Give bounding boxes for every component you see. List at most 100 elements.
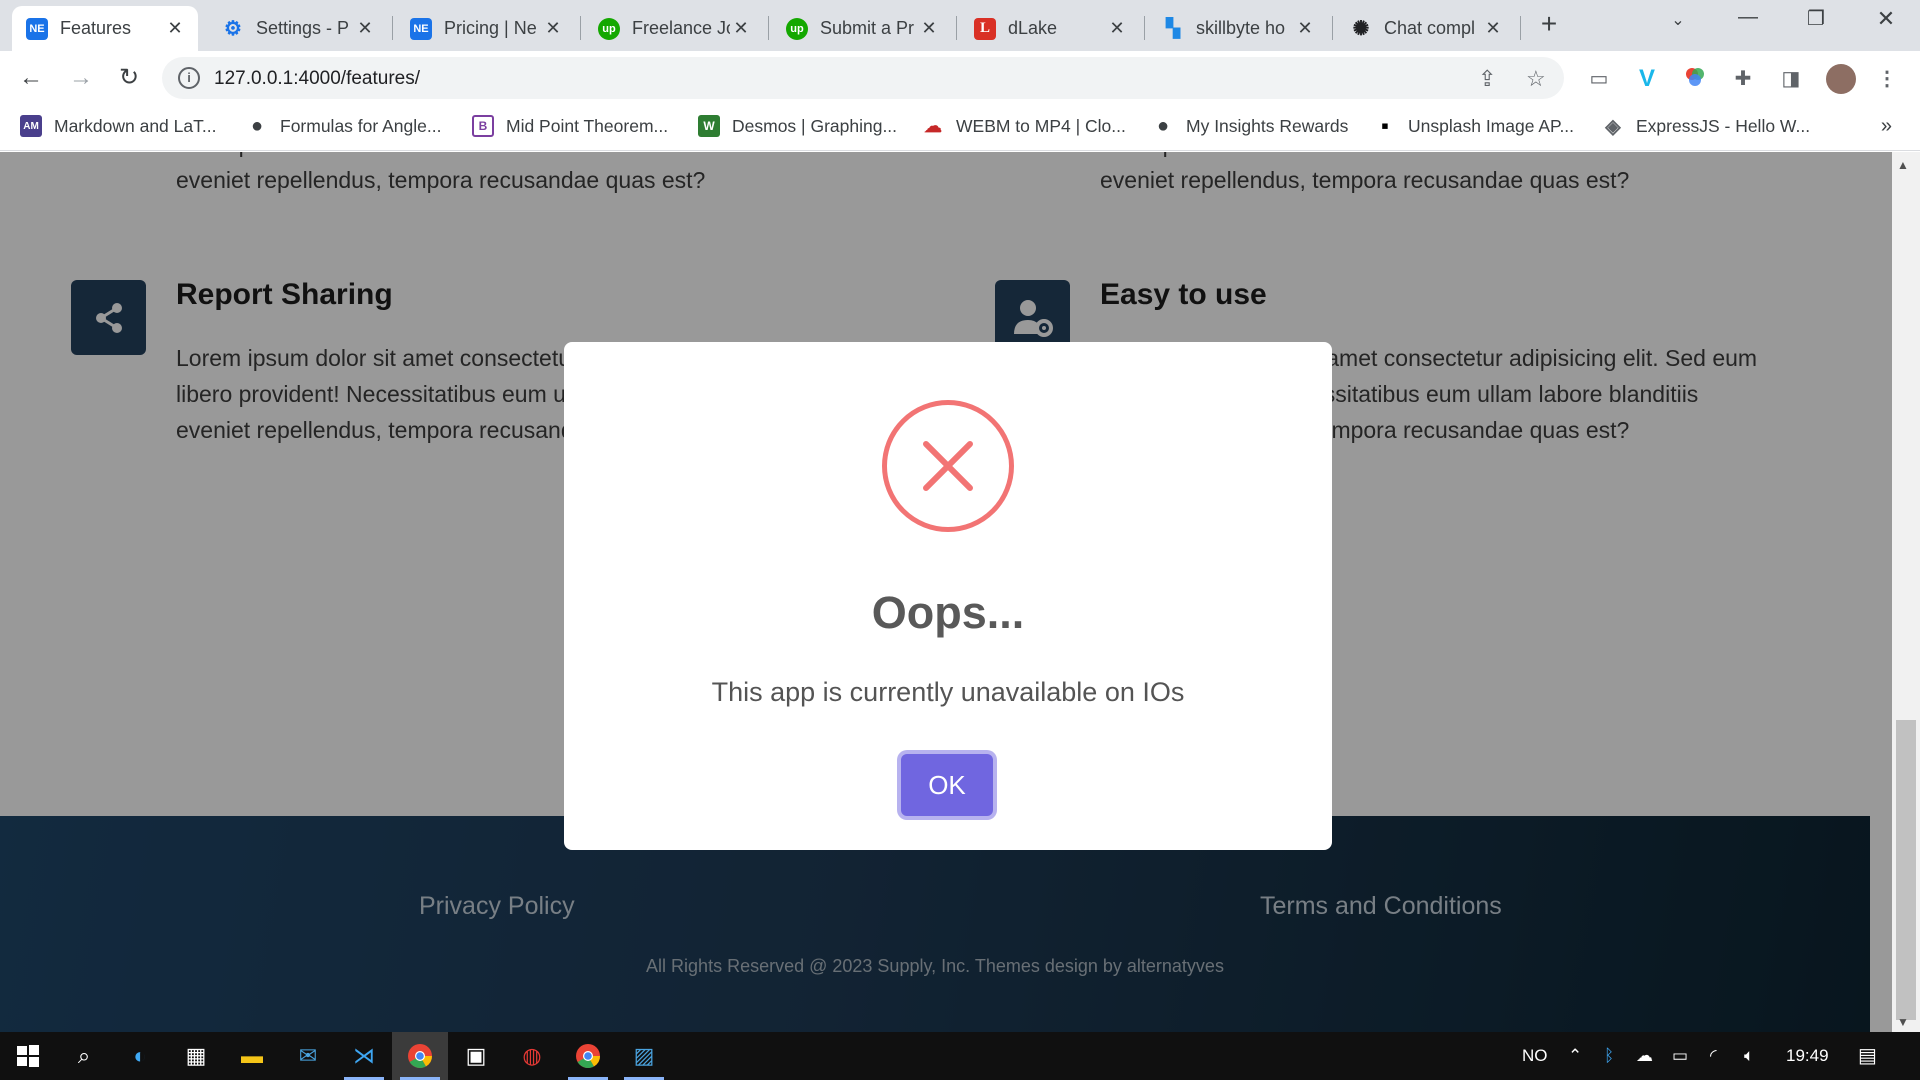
- bookmark-favicon-icon: AM: [20, 115, 42, 137]
- bookmark-item[interactable]: ◈ ExpressJS - Hello W...: [1602, 115, 1811, 138]
- file-explorer-icon[interactable]: ▬: [224, 1032, 280, 1080]
- bluetooth-icon[interactable]: ᛒ: [1604, 1046, 1614, 1066]
- site-info-icon[interactable]: i: [178, 67, 200, 89]
- app-icon[interactable]: ▣: [448, 1032, 504, 1080]
- vscode-icon[interactable]: ⋊: [336, 1032, 392, 1080]
- dlake-favicon-icon: L: [974, 17, 996, 40]
- edge-icon[interactable]: ◐: [112, 1032, 168, 1080]
- tab-label: Pricing | Ne: [444, 18, 537, 38]
- browser-tab-strip: NE Features ✕ ⚙ Settings - P ✕ NE Pricin…: [0, 0, 1920, 51]
- bookmark-label: Mid Point Theorem...: [506, 115, 669, 136]
- tab-label: skillbyte ho: [1196, 18, 1286, 38]
- tab-label: dLake: [1008, 18, 1058, 38]
- bookmark-item[interactable]: ☁ WEBM to MP4 | Clo...: [922, 115, 1126, 137]
- restore-button[interactable]: ❐: [1796, 6, 1836, 36]
- bookmark-label: Unsplash Image AP...: [1408, 115, 1575, 136]
- scroll-up-arrow-icon[interactable]: ▲: [1897, 158, 1909, 172]
- bookmark-favicon-icon: B: [472, 115, 494, 137]
- tab-label: Chat compl: [1384, 18, 1476, 38]
- scrollbar-thumb[interactable]: [1896, 720, 1916, 1020]
- bookmark-item[interactable]: ● Formulas for Angle...: [246, 114, 442, 137]
- bookmark-item[interactable]: W Desmos | Graphing...: [698, 115, 897, 137]
- clock[interactable]: 19:49: [1786, 1046, 1829, 1066]
- mail-icon[interactable]: ✉: [280, 1032, 336, 1080]
- bookmark-item[interactable]: ● My Insights Rewards: [1152, 115, 1348, 137]
- bookmark-label: WEBM to MP4 | Clo...: [956, 115, 1126, 136]
- browser-toolbar: ← → ↻ i 127.0.0.1:4000/features/ ⇪ ☆ ▭ V…: [0, 51, 1920, 105]
- bookmark-label: My Insights Rewards: [1186, 115, 1349, 136]
- tab-dlake[interactable]: L dLake ✕: [960, 6, 1140, 51]
- desmos-icon: W: [698, 115, 720, 137]
- tab-separator: [768, 16, 769, 40]
- error-x-icon: [882, 400, 1014, 532]
- ne-favicon-icon: NE: [410, 17, 432, 40]
- battery-icon[interactable]: ▭: [1672, 1046, 1688, 1066]
- close-window-button[interactable]: ✕: [1866, 6, 1906, 36]
- reload-button[interactable]: ↻: [114, 63, 144, 93]
- tab-pricing[interactable]: NE Pricing | Ne ✕: [396, 6, 576, 51]
- color-picker-extension-icon[interactable]: [1682, 66, 1708, 92]
- bookmark-label: Markdown and LaT...: [54, 115, 217, 136]
- tab-separator: [1144, 16, 1145, 40]
- upwork-favicon-icon: up: [786, 17, 808, 40]
- photos-icon[interactable]: ▨: [616, 1032, 672, 1080]
- close-tab-icon[interactable]: ✕: [354, 18, 376, 39]
- close-tab-icon[interactable]: ✕: [918, 18, 940, 39]
- close-tab-icon[interactable]: ✕: [164, 18, 186, 39]
- bookmark-label: ExpressJS - Hello W...: [1636, 115, 1811, 136]
- notifications-icon[interactable]: ▤: [1858, 1043, 1877, 1068]
- close-tab-icon[interactable]: ✕: [730, 18, 752, 39]
- chevron-up-icon[interactable]: ⌃: [1568, 1046, 1582, 1066]
- tab-label: Submit a Pr: [820, 18, 915, 38]
- side-panel-icon[interactable]: ◨: [1778, 66, 1804, 92]
- wifi-icon[interactable]: ◜: [1710, 1046, 1717, 1066]
- extensions-puzzle-icon[interactable]: ✚: [1730, 66, 1756, 92]
- onedrive-cloud-icon[interactable]: ☁: [1636, 1046, 1653, 1066]
- browser-menu-icon[interactable]: ⋮: [1874, 66, 1900, 92]
- close-tab-icon[interactable]: ✕: [542, 18, 564, 39]
- tab-submit[interactable]: up Submit a Pr ✕: [772, 6, 952, 51]
- tab-separator: [1520, 16, 1521, 40]
- tab-features[interactable]: NE Features ✕: [12, 6, 198, 51]
- bookmark-item[interactable]: AM Markdown and LaT...: [20, 115, 216, 137]
- ok-button[interactable]: OK: [901, 754, 993, 816]
- bookmark-item[interactable]: B Mid Point Theorem...: [472, 115, 668, 137]
- search-icon[interactable]: ⌕: [56, 1032, 112, 1080]
- bookmark-item[interactable]: ▪ Unsplash Image AP...: [1374, 113, 1575, 138]
- tab-skillbyte[interactable]: ▚ skillbyte ho ✕: [1148, 6, 1328, 51]
- chrome-icon[interactable]: [392, 1032, 448, 1080]
- tab-label: Features: [60, 18, 132, 38]
- close-tab-icon[interactable]: ✕: [1482, 18, 1504, 39]
- cast-icon[interactable]: ▭: [1586, 66, 1612, 92]
- bookmark-label: Formulas for Angle...: [280, 115, 442, 136]
- vimeo-extension-icon[interactable]: V: [1634, 66, 1660, 92]
- address-url[interactable]: 127.0.0.1:4000/features/: [214, 68, 420, 90]
- close-tab-icon[interactable]: ✕: [1294, 18, 1316, 39]
- tab-separator: [1332, 16, 1333, 40]
- tab-settings[interactable]: ⚙ Settings - P ✕: [208, 6, 388, 51]
- chrome-icon[interactable]: [560, 1032, 616, 1080]
- bookmark-star-icon[interactable]: ☆: [1526, 66, 1546, 92]
- language-indicator[interactable]: NO: [1522, 1046, 1548, 1066]
- forward-button[interactable]: →: [66, 63, 96, 93]
- store-icon[interactable]: ▦: [168, 1032, 224, 1080]
- app-icon[interactable]: ◍: [504, 1032, 560, 1080]
- tab-freelance[interactable]: up Freelance Jo ✕: [584, 6, 764, 51]
- back-button[interactable]: ←: [16, 63, 46, 93]
- globe-icon: ●: [250, 114, 264, 137]
- address-bar[interactable]: i 127.0.0.1:4000/features/ ⇪ ☆: [162, 57, 1564, 99]
- close-tab-icon[interactable]: ✕: [1106, 18, 1128, 39]
- tab-chat[interactable]: ✺ Chat compl ✕: [1336, 6, 1516, 51]
- scroll-down-arrow-icon[interactable]: ▼: [1897, 1015, 1909, 1029]
- volume-icon[interactable]: 🔈︎: [1744, 1046, 1754, 1066]
- share-page-icon[interactable]: ⇪: [1478, 66, 1496, 92]
- minimize-button[interactable]: —: [1728, 6, 1768, 36]
- tab-search-icon[interactable]: ⌄: [1658, 10, 1698, 40]
- new-tab-button[interactable]: +: [1534, 10, 1564, 40]
- more-bookmarks-icon[interactable]: »: [1881, 115, 1892, 138]
- ne-favicon-icon: NE: [26, 17, 48, 40]
- profile-avatar[interactable]: [1826, 64, 1856, 94]
- bookmarks-bar: AM Markdown and LaT... ● Formulas for An…: [0, 105, 1920, 151]
- windows-taskbar: ⌕ ◐ ▦ ▬ ✉ ⋊ ▣ ◍ ▨ NO ⌃ ᛒ ☁ ▭ ◜ 🔈︎ 19:49 …: [0, 1032, 1920, 1080]
- windows-start-icon[interactable]: [0, 1032, 56, 1080]
